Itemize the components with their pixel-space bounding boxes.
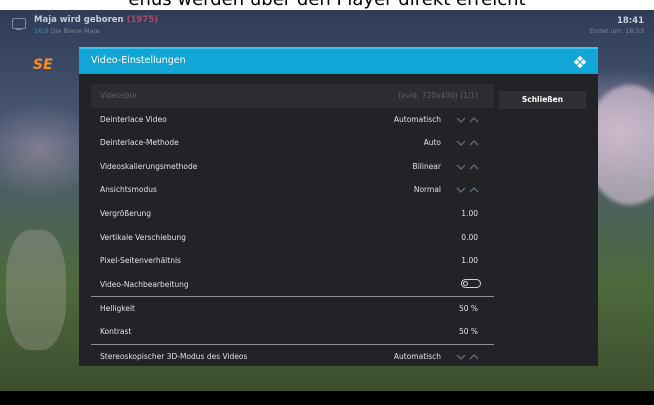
setting-label: Video-Nachbearbeitung <box>100 279 189 289</box>
settings-list: Videospur (xvid, 720x400) (1/1) Deinterl… <box>91 84 494 366</box>
spinner-arrows-icon[interactable] <box>456 185 480 195</box>
setting-value: 50 % <box>458 326 478 336</box>
channel-logo: SE <box>33 57 53 73</box>
settings-row-stereo-3d[interactable]: Stereoskopischer 3D-Modus des Videos Aut… <box>91 343 494 366</box>
osd-subtitle: 16:0 Die Biene Maja <box>34 27 99 35</box>
settings-row-view-mode[interactable]: Ansichtsmodus Normal <box>91 178 494 202</box>
settings-row-zoom[interactable]: Vergrößerung 1.00 <box>91 202 494 226</box>
setting-label: Vergrößerung <box>100 208 152 218</box>
channel-number: 16:0 <box>34 27 49 35</box>
setting-label: Videospur <box>100 91 138 100</box>
setting-label: Ansichtsmodus <box>100 185 157 195</box>
settings-row-brightness[interactable]: Helligkeit 50 % <box>91 296 494 320</box>
settings-row-contrast[interactable]: Kontrast 50 % <box>91 320 494 344</box>
settings-row-vertical-shift[interactable]: Vertikale Verschiebung 0.00 <box>91 226 494 250</box>
background-flower <box>6 230 66 350</box>
settings-row-deinterlace-method[interactable]: Deinterlace-Methode Auto <box>91 131 494 155</box>
setting-label: Kontrast <box>100 326 132 336</box>
osd-title: Maja wird geboren (1975) <box>34 15 158 25</box>
tv-icon <box>12 18 26 30</box>
bottom-letterbox <box>0 391 654 405</box>
kodi-logo-icon <box>573 55 587 69</box>
setting-value: Automatisch <box>393 351 441 361</box>
end-time: Endet um: 18:53 <box>589 27 644 35</box>
spinner-arrows-icon[interactable] <box>456 352 480 362</box>
setting-label: Stereoskopischer 3D-Modus des Videos <box>100 351 248 361</box>
osd-top-bar: Maja wird geboren (1975) 16:0 Die Biene … <box>0 10 654 38</box>
page-caption: enüs werden über den Player direkt errei… <box>0 0 654 10</box>
spinner-arrows-icon[interactable] <box>456 162 480 172</box>
settings-row-post-processing[interactable]: Video-Nachbearbeitung <box>91 273 494 297</box>
dialog-header: Video-Einstellungen <box>79 47 598 74</box>
setting-value: (xvid, 720x400) (1/1) <box>398 91 478 100</box>
spinner-arrows-icon[interactable] <box>456 115 480 125</box>
post-processing-toggle[interactable] <box>461 278 481 288</box>
settings-row-scaling-method[interactable]: Videoskalierungsmethode Bilinear <box>91 155 494 179</box>
setting-label: Pixel-Seitenverhältnis <box>100 256 181 266</box>
settings-row-pixel-ratio[interactable]: Pixel-Seitenverhältnis 1.00 <box>91 249 494 273</box>
setting-label: Helligkeit <box>100 304 135 314</box>
video-settings-dialog: Video-Einstellungen Videospur (xvid, 720… <box>79 47 598 366</box>
dialog-title: Video-Einstellungen <box>91 55 186 66</box>
setting-value: 50 % <box>458 304 478 314</box>
close-button[interactable]: Schließen <box>499 91 586 109</box>
program-title: Maja wird geboren <box>34 15 124 25</box>
setting-value: Bilinear <box>412 161 441 171</box>
setting-value: Auto <box>423 138 441 148</box>
spinner-arrows-icon[interactable] <box>456 138 480 148</box>
channel-name: Die Biene Maja <box>50 27 100 35</box>
setting-label: Deinterlace-Methode <box>100 138 179 148</box>
setting-value: 0.00 <box>461 232 478 242</box>
setting-value: Automatisch <box>393 114 441 124</box>
setting-label: Videoskalierungsmethode <box>100 161 198 171</box>
setting-label: Deinterlace Video <box>100 114 167 124</box>
program-year: (1975) <box>126 15 158 25</box>
setting-label: Vertikale Verschiebung <box>100 232 186 242</box>
settings-row-videospur: Videospur (xvid, 720x400) (1/1) <box>91 84 494 108</box>
setting-value: 1.00 <box>461 208 478 218</box>
settings-row-deinterlace-video[interactable]: Deinterlace Video Automatisch <box>91 108 494 132</box>
setting-value: Normal <box>413 185 441 195</box>
setting-value: 1.00 <box>461 256 478 266</box>
clock: 18:41 <box>616 16 644 26</box>
